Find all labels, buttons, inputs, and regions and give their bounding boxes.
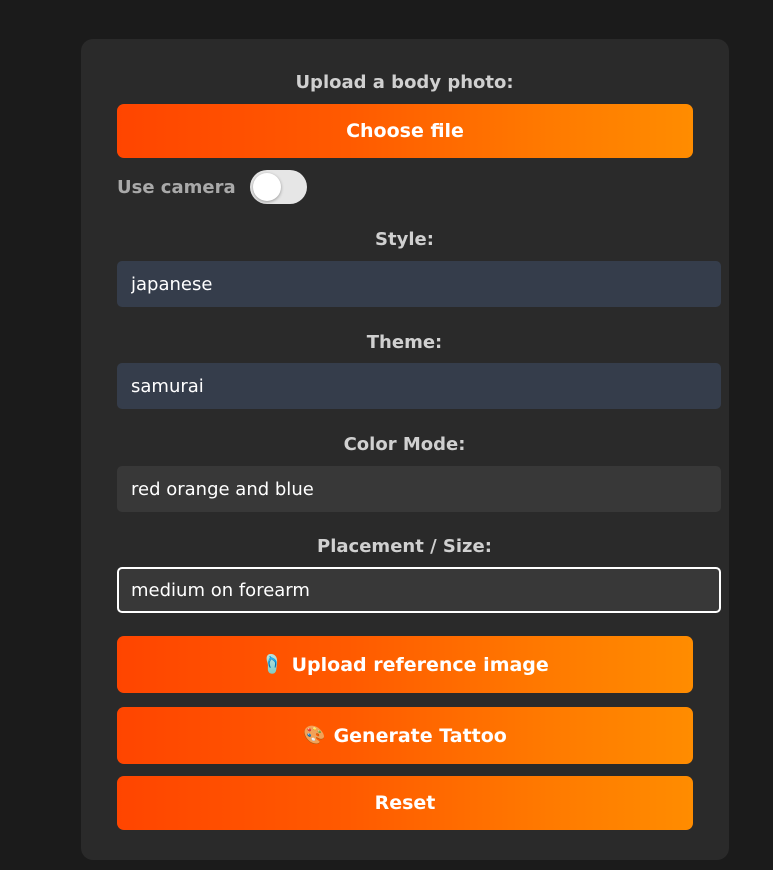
color-mode-label: Color Mode: <box>343 434 466 455</box>
placement-size-label: Placement / Size: <box>317 536 492 557</box>
use-camera-label: Use camera <box>117 176 236 198</box>
style-label: Style: <box>375 229 434 250</box>
tattoo-form-card: Upload a body photo: Choose file Use cam… <box>81 39 729 860</box>
camera-row: Use camera <box>117 170 307 204</box>
upload-reference-button[interactable]: 🩴 Upload reference image <box>117 636 693 693</box>
generate-tattoo-button[interactable]: 🎨 Generate Tattoo <box>117 707 693 764</box>
theme-input[interactable] <box>117 363 721 409</box>
color-mode-input[interactable] <box>117 466 721 512</box>
reset-button[interactable]: Reset <box>117 776 693 830</box>
toggle-knob <box>252 173 281 201</box>
use-camera-toggle[interactable] <box>249 170 307 204</box>
choose-file-button[interactable]: Choose file <box>117 104 693 158</box>
theme-label: Theme: <box>366 332 443 353</box>
flip-flop-icon: 🩴 <box>261 653 284 675</box>
palette-icon: 🎨 <box>303 724 326 746</box>
upload-photo-label: Upload a body photo: <box>295 72 514 93</box>
placement-size-input[interactable] <box>117 567 721 613</box>
generate-tattoo-label: Generate Tattoo <box>333 724 507 747</box>
style-input[interactable] <box>117 261 721 307</box>
upload-reference-label: Upload reference image <box>291 653 549 676</box>
